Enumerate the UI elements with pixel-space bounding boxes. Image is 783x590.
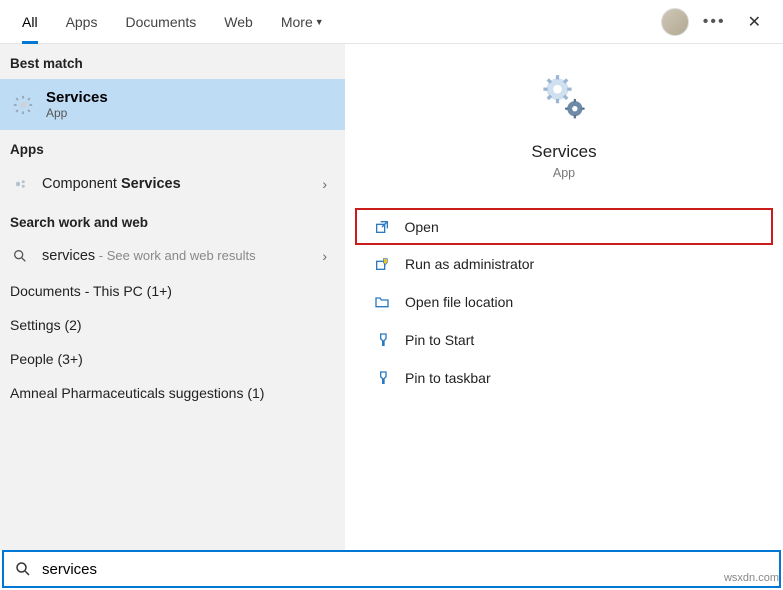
pin-icon [373,331,391,349]
result-label: services - See work and web results [42,248,256,264]
tab-all[interactable]: All [8,0,52,44]
gear-cluster-icon [12,175,30,193]
action-open[interactable]: Open [355,208,773,245]
gear-icon [12,94,34,116]
action-pin-taskbar[interactable]: Pin to taskbar [355,359,773,397]
results-pane: Best match Services App Apps Component S… [0,44,345,550]
action-label: Pin to taskbar [405,370,491,386]
action-open-location[interactable]: Open file location [355,283,773,321]
section-best-match: Best match [0,44,345,79]
tab-apps[interactable]: Apps [52,0,112,44]
top-toolbar: All Apps Documents Web More ▼ ••• ✕ [0,0,783,44]
chevron-down-icon: ▼ [315,17,324,27]
search-icon [12,248,30,264]
detail-subtitle: App [553,166,575,180]
result-documents[interactable]: Documents - This PC (1+) [0,274,345,308]
best-match-title: Services [46,89,108,106]
shield-icon [373,255,391,273]
action-label: Run as administrator [405,256,534,272]
section-search-web: Search work and web [0,203,345,238]
tab-web[interactable]: Web [210,0,267,44]
search-bar[interactable] [2,550,781,588]
chevron-right-icon: › [322,176,327,192]
action-list: Open Run as administrator Open file loca… [355,208,773,397]
user-avatar[interactable] [661,8,689,36]
watermark: wsxdn.com [724,572,779,584]
result-label: Component Services [42,176,181,192]
detail-pane: Services App Open Run as administrator [345,44,783,550]
tab-more[interactable]: More ▼ [267,0,338,44]
result-component-services[interactable]: Component Services › [0,165,345,203]
best-match-subtitle: App [46,106,108,120]
action-run-admin[interactable]: Run as administrator [355,245,773,283]
result-settings[interactable]: Settings (2) [0,308,345,342]
pin-icon [373,369,391,387]
result-amneal[interactable]: Amneal Pharmaceuticals suggestions (1) [0,376,345,410]
tab-documents[interactable]: Documents [111,0,210,44]
filter-tabs: All Apps Documents Web More ▼ [8,0,338,44]
best-match-item[interactable]: Services App [0,79,345,130]
section-apps: Apps [0,130,345,165]
close-button[interactable]: ✕ [740,8,769,36]
action-label: Open [405,219,439,235]
result-web-search[interactable]: services - See work and web results › [0,238,345,274]
options-button[interactable]: ••• [703,13,726,31]
detail-title: Services [531,142,596,162]
search-input[interactable] [42,561,769,578]
chevron-right-icon: › [322,248,327,264]
folder-icon [373,293,391,311]
action-pin-start[interactable]: Pin to Start [355,321,773,359]
open-icon [373,218,391,236]
action-label: Pin to Start [405,332,474,348]
main-area: Best match Services App Apps Component S… [0,44,783,550]
result-people[interactable]: People (3+) [0,342,345,376]
action-label: Open file location [405,294,513,310]
services-app-icon [538,74,590,126]
search-icon [14,560,32,578]
